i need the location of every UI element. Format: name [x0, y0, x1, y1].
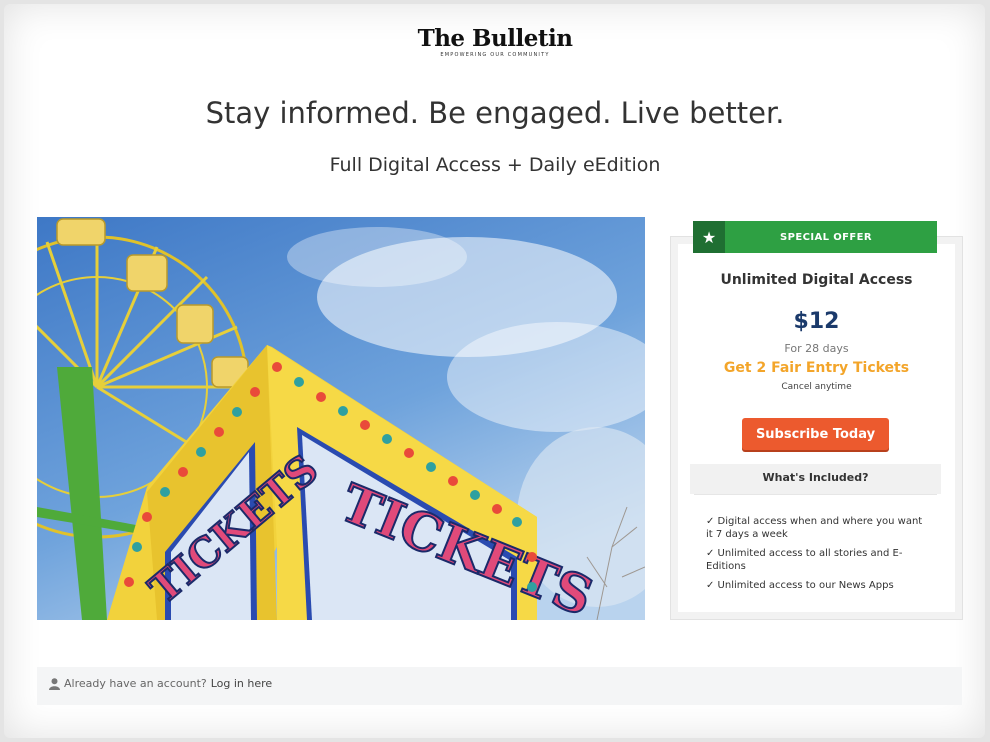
hero-image: TICKETS TICKETS [37, 217, 645, 620]
login-prompt-row: Already have an account? Log in here [49, 677, 272, 690]
promo-text: Get 2 Fair Entry Tickets [723, 360, 910, 376]
feature-item: ✓ Unlimited access to our News Apps [706, 580, 894, 591]
page-headline: Stay informed. Be engaged. Live better. [205, 96, 785, 130]
cancel-note: Cancel anytime [781, 382, 852, 392]
page-subhead: Full Digital Access + Daily eEdition [329, 154, 661, 176]
included-panel: What's Included? ✓ Digital access when a… [690, 464, 941, 609]
included-heading: What's Included? [690, 464, 941, 494]
special-offer-banner: ★ SPECIAL OFFER [693, 221, 937, 253]
site-logo[interactable]: The Bulletin EMPOWERING OUR COMMUNITY [0, 25, 990, 59]
special-offer-label: SPECIAL OFFER [780, 231, 872, 243]
feature-item: ✓ Unlimited access to all stories and E-… [706, 548, 903, 572]
feature-item: ✓ Digital access when and where you want… [706, 516, 923, 540]
user-icon [49, 677, 60, 690]
plan-period: For 28 days [784, 342, 849, 355]
plan-price: $12 [793, 309, 840, 334]
subscribe-button[interactable]: Subscribe Today [742, 418, 889, 450]
logo-name: The Bulletin [417, 25, 573, 52]
login-prompt: Already have an account? [64, 677, 207, 690]
login-link[interactable]: Log in here [211, 677, 272, 690]
login-bar: Already have an account? Log in here [37, 667, 962, 705]
star-icon: ★ [693, 221, 725, 253]
logo-tagline: EMPOWERING OUR COMMUNITY [440, 52, 550, 58]
plan-title: Unlimited Digital Access [720, 272, 913, 288]
feature-list: ✓ Digital access when and where you want… [690, 495, 941, 592]
